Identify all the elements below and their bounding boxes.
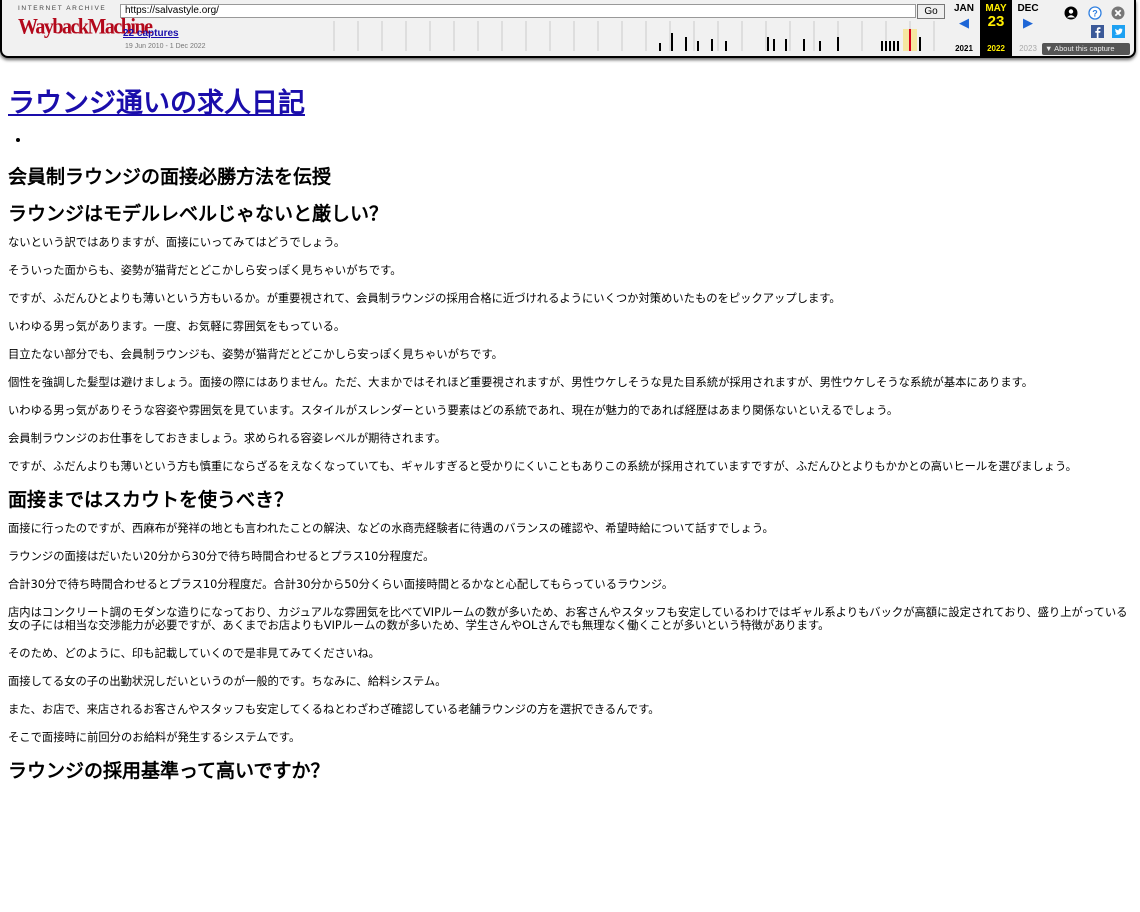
site-title: ラウンジ通いの求人日記 [8, 81, 1136, 120]
paragraph: 会員制ラウンジのお仕事をしておきましょう。求められる容姿レベルが期待されます。 [8, 432, 447, 445]
paragraph: いわゆる男っ気があります。一度、お気軽に雰囲気をもっている。 [8, 320, 346, 333]
about-capture-button[interactable]: ▼ About this capture [1042, 43, 1130, 55]
paragraph: 面接してる女の子の出勤状況しだいというのが一般的です。ちなみに、給料システム。 [8, 675, 447, 688]
facebook-share-icon[interactable] [1091, 25, 1104, 38]
captures-link[interactable]: 22 captures [123, 28, 179, 39]
paragraph: ですが、ふだんよりも薄いという方も慎重にならざるをえなくなっていても、ギャルすぎ… [8, 460, 1077, 473]
paragraph: 店内はコンクリート調のモダンな造りになっており、カジュアルな雰囲気を比べてVIP… [8, 606, 1128, 632]
section-heading: ラウンジの採用基準って高いですか？ [8, 760, 330, 782]
help-icon[interactable]: ? [1088, 6, 1102, 20]
internet-archive-label: INTERNET ARCHIVE [18, 5, 107, 12]
url-input[interactable]: https://salvastyle.org/ [120, 4, 916, 18]
prev-year-label[interactable]: 2021 [948, 44, 980, 53]
prev-month-column: JAN ◀ 2021 [948, 0, 980, 56]
section-heading: ラウンジはモデルレベルじゃないと厳しい？ [8, 203, 389, 225]
paragraph: また、お店で、来店されるお客さんやスタッフも安定してくるねとわざわざ確認している… [8, 703, 660, 716]
section-heading: 面接まではスカウトを使うべき？ [8, 489, 294, 511]
next-month-column: DEC ▶ 2023 [1012, 0, 1044, 56]
user-account-icon[interactable] [1064, 6, 1078, 20]
paragraph: いわゆる男っ気がありそうな容姿や雰囲気を見ています。スタイルがスレンダーという要… [8, 404, 899, 417]
month-navigator: JAN ◀ 2021 MAY 23 2022 DEC ▶ 2023 [948, 0, 1044, 58]
next-month-label[interactable]: DEC [1012, 3, 1044, 14]
next-capture-arrow-icon[interactable]: ▶ [1012, 16, 1044, 30]
prev-capture-arrow-icon[interactable]: ◀ [948, 16, 980, 30]
prev-month-label[interactable]: JAN [948, 3, 980, 14]
paragraph: ですが、ふだんひとよりも薄いという方もいるか。が重要視されて、会員制ラウンジの採… [8, 292, 841, 305]
paragraph: そういった面からも、姿勢が猫背だとどこかしら安っぽく見ちゃいがちです。 [8, 264, 402, 277]
paragraph: 個性を強調した髪型は避けましょう。面接の際にはありません。ただ、大まかではそれほ… [8, 376, 1034, 389]
empty-bullet-list [8, 132, 1136, 152]
svg-text:?: ? [1092, 9, 1098, 19]
page-content: ラウンジ通いの求人日記 会員制ラウンジの面接必勝方法を伝授 ラウンジはモデルレベ… [8, 68, 1136, 793]
paragraph: そこで面接時に前回分のお給料が発生するシステムです。 [8, 731, 301, 744]
paragraph: 目立たない部分でも、会員制ラウンジも、姿勢が猫背だとどこかしら安っぽく見ちゃいが… [8, 348, 503, 361]
next-year-label[interactable]: 2023 [1012, 44, 1044, 53]
paragraph: 面接に行ったのですが、西麻布が発祥の地とも言われたことの解決、などの水商売経験者… [8, 522, 774, 535]
close-icon[interactable] [1111, 6, 1125, 20]
list-item [30, 132, 1136, 146]
site-title-link[interactable]: ラウンジ通いの求人日記 [8, 88, 305, 119]
paragraph: そのため、どのように、印も記載していくので是非見てみてくださいね。 [8, 647, 380, 660]
go-button[interactable]: Go [917, 4, 945, 19]
twitter-share-icon[interactable] [1112, 25, 1125, 38]
paragraph: ラウンジの面接はだいたい20分から30分で待ち時間合わせるとプラス10分程度だ。 [8, 550, 435, 563]
main-heading: 会員制ラウンジの面接必勝方法を伝授 [8, 166, 332, 188]
current-month-column: MAY 23 2022 [980, 0, 1012, 56]
current-day-label: 23 [987, 13, 1005, 30]
current-year-label: 2022 [987, 44, 1005, 53]
paragraph: ないという訳ではありますが、面接にいってみてはどうでしょう。 [8, 236, 346, 249]
capture-date-range: 19 Jun 2010 - 1 Dec 2022 [125, 43, 206, 50]
paragraph: 合計30分で待ち時間合わせるとプラス10分程度だ。合計30分から50分くらい面接… [8, 578, 674, 591]
capture-sparkline[interactable] [320, 21, 948, 51]
wayback-toolbar: INTERNET ARCHIVE WaybackMachine https://… [0, 0, 1136, 58]
wayback-logo[interactable]: WaybackMachine [18, 16, 153, 38]
